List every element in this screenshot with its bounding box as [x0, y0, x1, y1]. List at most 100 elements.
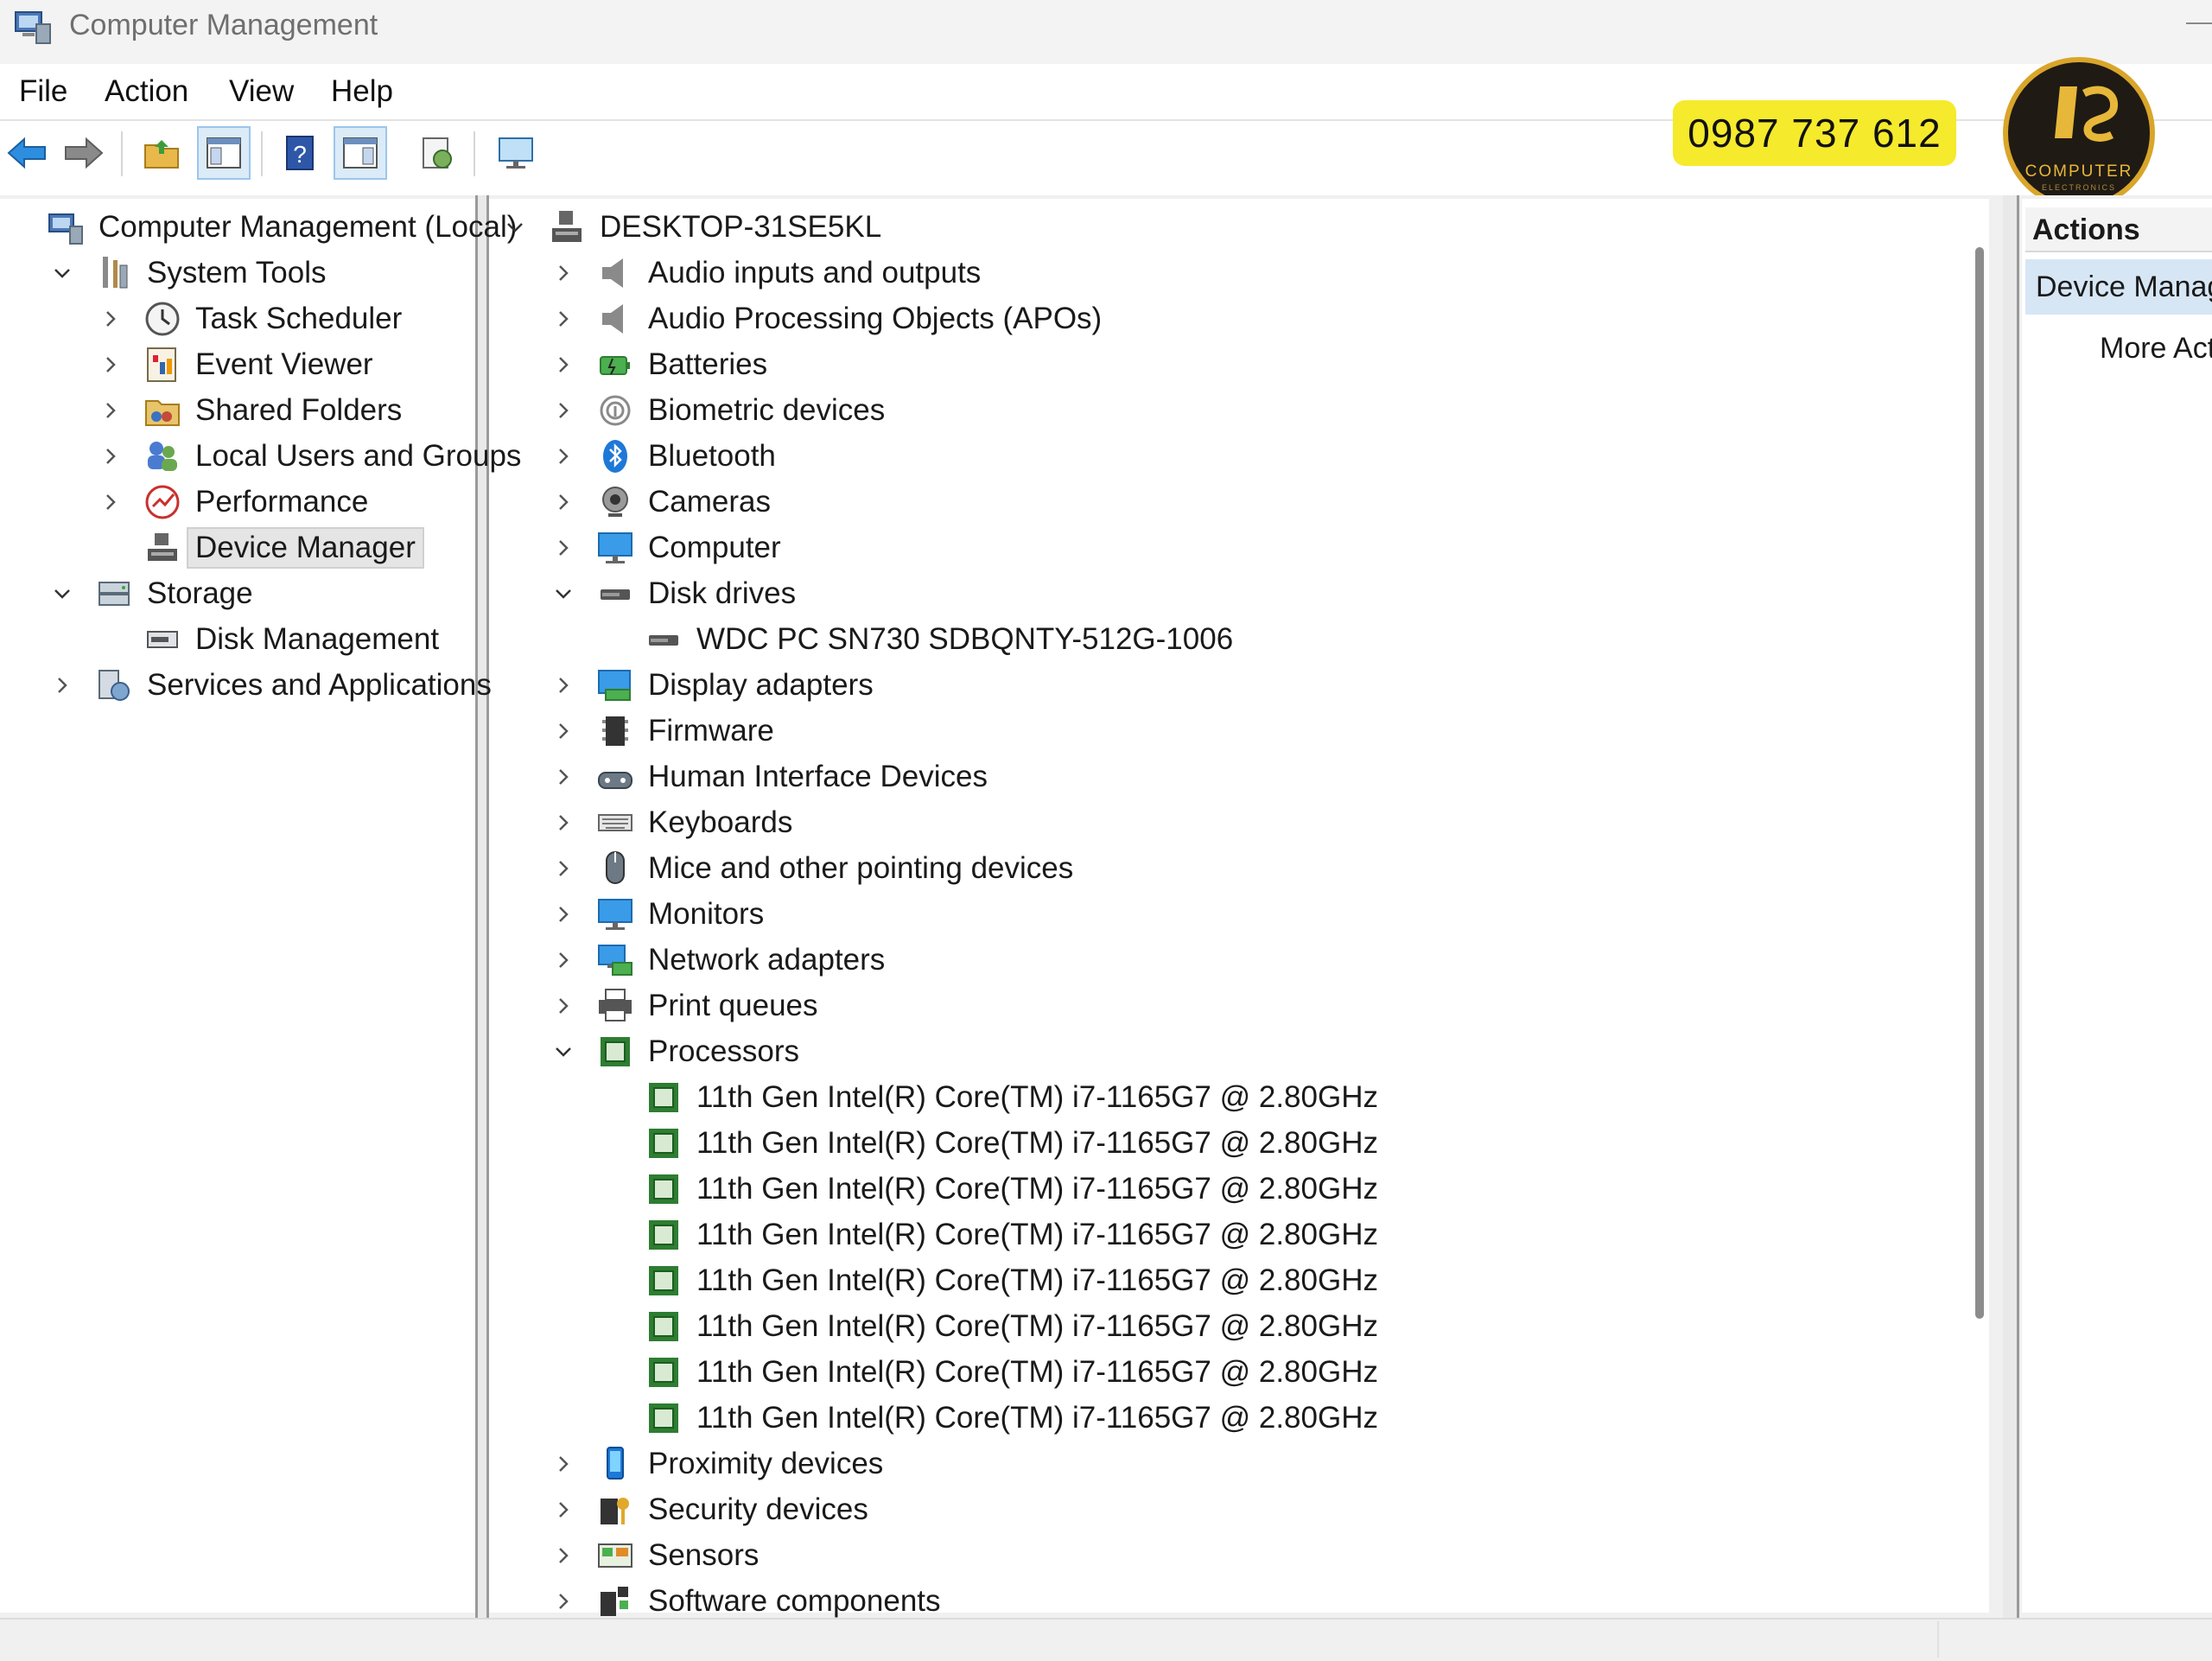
monitor-icon[interactable]	[489, 126, 543, 180]
scrollbar-thumb[interactable]	[1975, 247, 1984, 1319]
chevron-down-icon[interactable]	[50, 582, 74, 606]
device-tree-item[interactable]: Biometric devices	[551, 387, 885, 433]
nav-tree-item[interactable]: Services and Applications	[50, 662, 492, 708]
chevron-right-icon[interactable]	[551, 811, 575, 835]
device-tree-item[interactable]: WDC PC SN730 SDBQNTY-512G-1006	[600, 616, 1233, 662]
menu-help[interactable]: Help	[331, 74, 393, 109]
device-tree-item[interactable]: 11th Gen Intel(R) Core(TM) i7-1165G7 @ 2…	[600, 1212, 1378, 1257]
device-tree-item[interactable]: 11th Gen Intel(R) Core(TM) i7-1165G7 @ 2…	[600, 1303, 1378, 1349]
processor-icon	[643, 1123, 684, 1164]
device-tree-item[interactable]: Human Interface Devices	[551, 754, 988, 799]
device-tree-item[interactable]: Computer	[551, 525, 781, 570]
menu-action[interactable]: Action	[105, 74, 188, 109]
chevron-right-icon[interactable]	[551, 1498, 575, 1522]
tree-item-label: Batteries	[648, 347, 768, 381]
chevron-right-icon[interactable]	[551, 1452, 575, 1476]
tree-item-label: 11th Gen Intel(R) Core(TM) i7-1165G7 @ 2…	[696, 1125, 1378, 1160]
chevron-right-icon[interactable]	[99, 307, 123, 331]
menu-file[interactable]: File	[19, 74, 67, 109]
up-folder-icon[interactable]	[135, 126, 188, 180]
nav-tree-item[interactable]: System Tools	[50, 250, 327, 296]
chevron-right-icon[interactable]	[551, 353, 575, 377]
nav-tree-item[interactable]: Event Viewer	[99, 341, 373, 387]
chevron-right-icon[interactable]	[551, 673, 575, 697]
logo-text: COMPUTER	[2024, 162, 2133, 181]
device-tree-item[interactable]: Security devices	[551, 1486, 868, 1532]
device-tree-item[interactable]: 11th Gen Intel(R) Core(TM) i7-1165G7 @ 2…	[600, 1074, 1378, 1120]
chevron-right-icon[interactable]	[551, 307, 575, 331]
device-tree-item[interactable]: Batteries	[551, 341, 767, 387]
device-tree-item[interactable]: 11th Gen Intel(R) Core(TM) i7-1165G7 @ 2…	[600, 1257, 1378, 1303]
device-tree-item[interactable]: Audio Processing Objects (APOs)	[551, 296, 1102, 341]
show-hide-action-pane-icon[interactable]	[334, 126, 387, 180]
chevron-right-icon[interactable]	[99, 490, 123, 514]
chevron-right-icon[interactable]	[551, 1589, 575, 1613]
device-tree-item[interactable]: 11th Gen Intel(R) Core(TM) i7-1165G7 @ 2…	[600, 1120, 1378, 1166]
device-tree-item[interactable]: Audio inputs and outputs	[551, 250, 981, 296]
back-arrow-icon[interactable]	[0, 126, 54, 180]
tree-item-label: DESKTOP-31SE5KL	[600, 209, 882, 244]
chevron-right-icon[interactable]	[551, 856, 575, 881]
device-tree-item[interactable]: 11th Gen Intel(R) Core(TM) i7-1165G7 @ 2…	[600, 1166, 1378, 1212]
nav-tree-item[interactable]: Storage	[50, 570, 253, 616]
chevron-right-icon[interactable]	[551, 719, 575, 743]
chevron-right-icon[interactable]	[551, 490, 575, 514]
nav-tree-item[interactable]: Shared Folders	[99, 387, 402, 433]
help-icon[interactable]: ?	[273, 126, 327, 180]
device-tree-item[interactable]: Disk drives	[551, 570, 796, 616]
nav-tree-item[interactable]: Performance	[99, 479, 368, 525]
chevron-right-icon[interactable]	[99, 353, 123, 377]
chevron-down-icon[interactable]	[503, 215, 527, 239]
chevron-right-icon[interactable]	[551, 536, 575, 560]
device-tree-item[interactable]: Bluetooth	[551, 433, 776, 479]
device-tree-item[interactable]: Cameras	[551, 479, 771, 525]
chevron-down-icon[interactable]	[551, 582, 575, 606]
chevron-right-icon[interactable]	[99, 444, 123, 468]
nav-tree-item[interactable]: Device Manager	[99, 525, 424, 570]
device-tree-item[interactable]: Mice and other pointing devices	[551, 845, 1073, 891]
chevron-right-icon[interactable]	[551, 948, 575, 972]
actions-device-manager-item[interactable]: Device Manager	[2025, 259, 2212, 315]
nav-tree-item[interactable]: Disk Management	[99, 616, 439, 662]
hid-icon	[594, 756, 636, 798]
chevron-right-icon[interactable]	[99, 398, 123, 423]
device-tree-item[interactable]: Network adapters	[551, 937, 885, 983]
chevron-down-icon[interactable]	[551, 1040, 575, 1064]
chevron-down-icon[interactable]	[50, 261, 74, 285]
tree-item-label: Processors	[648, 1034, 800, 1068]
device-tree-item[interactable]: Keyboards	[551, 799, 792, 845]
chevron-right-icon[interactable]	[551, 444, 575, 468]
forward-arrow-icon[interactable]	[57, 126, 111, 180]
menu-view[interactable]: View	[229, 74, 294, 109]
nav-tree-item[interactable]: Local Users and Groups	[99, 433, 521, 479]
chevron-right-icon[interactable]	[551, 261, 575, 285]
device-manager-icon	[142, 527, 183, 569]
show-hide-tree-icon[interactable]	[197, 126, 251, 180]
device-tree-item[interactable]: Sensors	[551, 1532, 759, 1578]
chevron-right-icon[interactable]	[551, 765, 575, 789]
actions-more-actions[interactable]: More Actions	[2100, 332, 2212, 366]
tree-item-label: Disk drives	[648, 576, 797, 610]
chevron-right-icon[interactable]	[551, 398, 575, 423]
device-tree-item[interactable]: Print queues	[551, 983, 818, 1028]
device-tree-item[interactable]: Processors	[551, 1028, 799, 1074]
chevron-right-icon[interactable]	[551, 994, 575, 1018]
processor-icon	[643, 1077, 684, 1118]
device-tree-item[interactable]: DESKTOP-31SE5KL	[503, 204, 881, 250]
keyboard-icon	[594, 802, 636, 843]
nav-tree-item[interactable]: Computer Management (Local)	[2, 204, 517, 250]
device-tree-item[interactable]: 11th Gen Intel(R) Core(TM) i7-1165G7 @ 2…	[600, 1395, 1378, 1441]
device-tree-item[interactable]: Display adapters	[551, 662, 874, 708]
brand-logo: COMPUTER ELECTRONICS	[2003, 57, 2155, 209]
device-tree-item[interactable]: Monitors	[551, 891, 764, 937]
chevron-right-icon[interactable]	[551, 902, 575, 926]
chevron-right-icon[interactable]	[50, 673, 74, 697]
device-tree-item[interactable]: Proximity devices	[551, 1441, 883, 1486]
chevron-right-icon[interactable]	[551, 1543, 575, 1568]
minimize-button[interactable]	[2186, 22, 2212, 24]
tree-item-label: 11th Gen Intel(R) Core(TM) i7-1165G7 @ 2…	[696, 1263, 1378, 1297]
device-tree-item[interactable]: 11th Gen Intel(R) Core(TM) i7-1165G7 @ 2…	[600, 1349, 1378, 1395]
nav-tree-item[interactable]: Task Scheduler	[99, 296, 402, 341]
device-tree-item[interactable]: Firmware	[551, 708, 774, 754]
properties-icon[interactable]	[410, 126, 463, 180]
